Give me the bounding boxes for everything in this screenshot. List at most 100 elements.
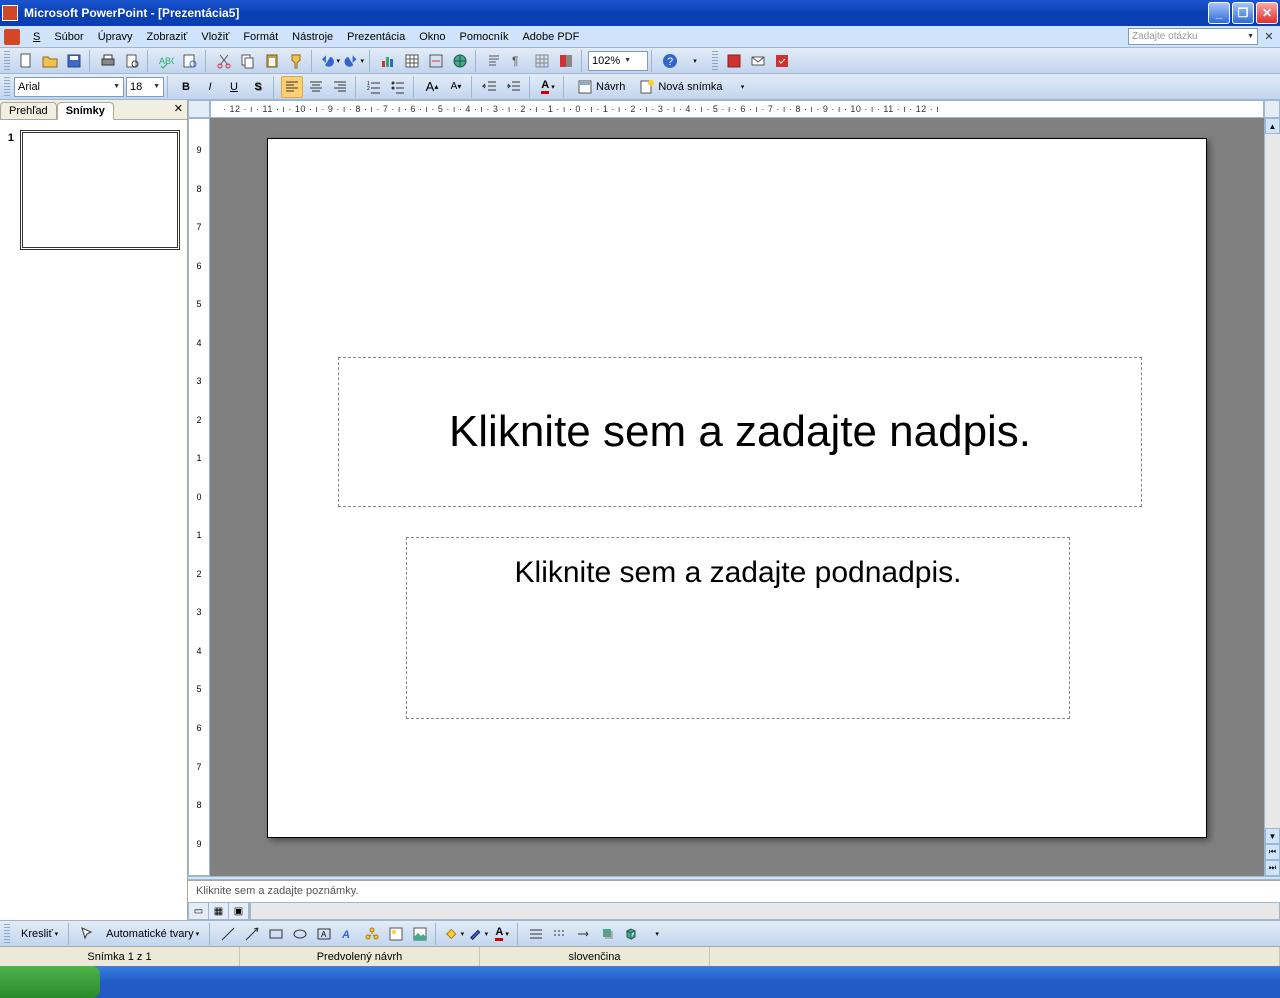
start-button[interactable] [0, 966, 100, 998]
horizontal-scrollbar[interactable] [250, 902, 1280, 920]
help-button[interactable]: ? [659, 50, 681, 72]
autoshapes-button[interactable]: Automatické tvary▾ [99, 923, 206, 945]
minimize-button[interactable]: _ [1208, 2, 1230, 24]
italic-button[interactable]: I [199, 76, 221, 98]
insert-table-button[interactable] [401, 50, 423, 72]
pdf-email-button[interactable] [747, 50, 769, 72]
textbox-button[interactable]: A [313, 923, 335, 945]
rectangle-button[interactable] [265, 923, 287, 945]
insert-chart-button[interactable] [377, 50, 399, 72]
notes-pane[interactable]: Kliknite sem a zadajte poznámky. [188, 880, 1280, 902]
line-style-button[interactable] [525, 923, 547, 945]
print-button[interactable] [97, 50, 119, 72]
sorter-view-button[interactable]: ▦ [209, 903, 229, 919]
slide-canvas-area[interactable]: Kliknite sem a zadajte nadpis. Kliknite … [210, 118, 1264, 876]
align-right-button[interactable] [329, 76, 351, 98]
title-placeholder[interactable]: Kliknite sem a zadajte nadpis. [338, 357, 1142, 507]
menu-slideshow[interactable]: Prezentácia [340, 29, 412, 45]
increase-font-button[interactable]: A▴ [421, 76, 443, 98]
menu-tools[interactable]: Nástroje [285, 29, 340, 45]
close-button[interactable]: ✕ [1256, 2, 1278, 24]
tables-borders-button[interactable] [425, 50, 447, 72]
new-button[interactable] [15, 50, 37, 72]
toolbar-grip[interactable] [4, 924, 10, 944]
toolbar-grip[interactable] [4, 77, 10, 97]
cut-button[interactable] [213, 50, 235, 72]
maximize-button[interactable]: ❐ [1232, 2, 1254, 24]
slide-thumbnail[interactable] [20, 130, 180, 250]
bullets-button[interactable] [387, 76, 409, 98]
toolbar-grip[interactable] [712, 51, 718, 71]
draw-menu-button[interactable]: Kresliť▾ [14, 923, 65, 945]
menu-help[interactable]: Pomocník [453, 29, 516, 45]
redo-button[interactable]: ▾ [343, 50, 365, 72]
menu-view[interactable]: Zobraziť [140, 29, 195, 45]
next-slide-button[interactable]: ⏭ [1265, 860, 1280, 876]
font-color-button[interactable]: A▾ [491, 923, 513, 945]
select-arrow-button[interactable] [76, 923, 98, 945]
show-formatting-button[interactable]: ¶ [507, 50, 529, 72]
expand-all-button[interactable] [483, 50, 505, 72]
scroll-up-button[interactable]: ▲ [1265, 118, 1280, 134]
insert-picture-button[interactable] [409, 923, 431, 945]
font-size-combo[interactable]: 18▼ [126, 77, 164, 97]
bold-button[interactable]: B [175, 76, 197, 98]
line-button[interactable] [217, 923, 239, 945]
tab-outline[interactable]: Prehľad [0, 102, 57, 119]
menu-adobe-pdf[interactable]: Adobe PDF [515, 29, 586, 45]
scroll-down-button[interactable]: ▼ [1265, 828, 1280, 844]
normal-view-button[interactable]: ▭ [189, 903, 209, 919]
shadow-button[interactable]: S [247, 76, 269, 98]
menu-file[interactable]: S [26, 29, 47, 45]
decrease-font-button[interactable]: A▾ [445, 76, 467, 98]
toolbar-options-button[interactable]: ▾ [645, 923, 667, 945]
tab-slides[interactable]: Snímky [57, 102, 114, 120]
close-document-button[interactable]: ✕ [1262, 30, 1276, 43]
zoom-combo[interactable]: 102%▼ [588, 51, 648, 71]
3d-style-button[interactable] [621, 923, 643, 945]
close-panel-button[interactable]: ✕ [174, 102, 183, 115]
pdf-review-button[interactable] [771, 50, 793, 72]
color-grayscale-button[interactable] [555, 50, 577, 72]
menu-format[interactable]: Formát [236, 29, 285, 45]
decrease-indent-button[interactable] [479, 76, 501, 98]
line-color-button[interactable]: ▾ [467, 923, 489, 945]
ask-a-question-box[interactable]: Zadajte otázku ▼ [1128, 28, 1258, 45]
underline-button[interactable]: U [223, 76, 245, 98]
increase-indent-button[interactable] [503, 76, 525, 98]
toolbar-options-button[interactable]: ▾ [731, 76, 753, 98]
format-painter-button[interactable] [285, 50, 307, 72]
wordart-button[interactable]: A [337, 923, 359, 945]
dash-style-button[interactable] [549, 923, 571, 945]
save-button[interactable] [63, 50, 85, 72]
shadow-style-button[interactable] [597, 923, 619, 945]
status-language[interactable]: slovenčina [480, 947, 710, 966]
menu-file[interactable]: Súbor [47, 29, 90, 45]
document-icon[interactable] [4, 29, 20, 45]
font-color-button[interactable]: A▾ [537, 76, 559, 98]
font-combo[interactable]: Arial▼ [14, 77, 124, 97]
show-grid-button[interactable] [531, 50, 553, 72]
toolbar-grip[interactable] [4, 51, 10, 71]
open-button[interactable] [39, 50, 61, 72]
subtitle-placeholder[interactable]: Kliknite sem a zadajte podnadpis. [406, 537, 1070, 719]
arrow-button[interactable] [241, 923, 263, 945]
horizontal-ruler[interactable]: · 12 · ı · 11 · ı · 10 · ı · 9 · ı · 8 ·… [210, 100, 1264, 118]
spelling-button[interactable]: ABC [155, 50, 177, 72]
align-center-button[interactable] [305, 76, 327, 98]
vertical-ruler[interactable]: 9876543210123456789 [188, 118, 210, 876]
fill-color-button[interactable]: ▾ [443, 923, 465, 945]
print-preview-button[interactable] [121, 50, 143, 72]
vertical-scrollbar[interactable]: ▲ ▼ ⏮ ⏭ [1264, 118, 1280, 876]
diagram-button[interactable] [361, 923, 383, 945]
menu-window[interactable]: Okno [412, 29, 452, 45]
clipart-button[interactable] [385, 923, 407, 945]
slide[interactable]: Kliknite sem a zadajte nadpis. Kliknite … [267, 138, 1207, 838]
paste-button[interactable] [261, 50, 283, 72]
numbering-button[interactable]: 12 [363, 76, 385, 98]
new-slide-button[interactable]: Nová snímka [632, 76, 729, 98]
design-button[interactable]: Návrh [570, 76, 632, 98]
research-button[interactable] [179, 50, 201, 72]
menu-insert[interactable]: Vložiť [194, 29, 236, 45]
menu-edit[interactable]: Úpravy [91, 29, 140, 45]
